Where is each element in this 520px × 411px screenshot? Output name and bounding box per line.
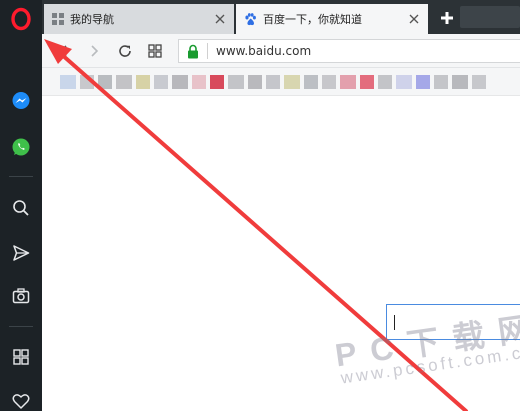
heart-icon xyxy=(12,394,30,409)
send-button[interactable] xyxy=(0,236,42,270)
bookmark-item[interactable] xyxy=(472,75,486,89)
whatsapp-button[interactable] xyxy=(0,130,42,164)
send-icon xyxy=(13,245,30,261)
bookmark-item[interactable] xyxy=(98,75,112,89)
new-tab-button[interactable] xyxy=(436,7,458,29)
tab-strip: 我的导航 百度一下，你就知道 xyxy=(42,0,520,34)
bookmarks-bar xyxy=(42,68,520,96)
address-bar[interactable]: www.baidu.com xyxy=(178,39,520,63)
close-icon[interactable] xyxy=(214,13,226,25)
snapshot-button[interactable] xyxy=(0,279,42,313)
opera-menu-button[interactable] xyxy=(0,2,42,36)
opera-logo-icon xyxy=(11,7,31,31)
tab-my-navigation[interactable]: 我的导航 xyxy=(44,4,234,34)
opera-sidebar xyxy=(0,0,42,411)
grid-icon xyxy=(52,13,64,25)
bookmark-item[interactable] xyxy=(360,75,374,89)
bookmark-item[interactable] xyxy=(434,75,448,89)
forward-button[interactable] xyxy=(82,39,106,63)
tab-label: 百度一下，你就知道 xyxy=(263,13,362,26)
speed-dial-toolbar-button[interactable] xyxy=(143,39,167,63)
back-button[interactable] xyxy=(52,39,76,63)
bookmark-item[interactable] xyxy=(136,75,150,89)
bookmark-item[interactable] xyxy=(284,75,300,89)
lock-icon[interactable] xyxy=(187,44,199,59)
search-icon xyxy=(13,200,29,216)
forward-icon xyxy=(91,45,99,57)
navigation-toolbar: www.baidu.com xyxy=(42,34,520,68)
bookmark-item[interactable] xyxy=(80,75,94,89)
bookmark-item[interactable] xyxy=(60,75,76,89)
tab-label: 我的导航 xyxy=(70,13,114,26)
close-icon[interactable] xyxy=(408,13,420,25)
sidebar-divider xyxy=(9,326,33,327)
bookmark-item[interactable] xyxy=(248,75,262,89)
camera-icon xyxy=(12,288,30,304)
bookmark-item[interactable] xyxy=(416,75,430,89)
bookmark-item[interactable] xyxy=(172,75,188,89)
grid-icon xyxy=(13,349,29,365)
whatsapp-icon xyxy=(12,138,30,156)
bookmark-item[interactable] xyxy=(396,75,412,89)
back-icon xyxy=(59,45,67,57)
tab-placeholder xyxy=(460,6,520,28)
url-text[interactable]: www.baidu.com xyxy=(216,44,311,58)
bookmark-item[interactable] xyxy=(154,75,168,89)
search-button[interactable] xyxy=(0,191,42,225)
tab-baidu[interactable]: 百度一下，你就知道 xyxy=(236,4,428,34)
bookmark-item[interactable] xyxy=(210,75,224,89)
bookmark-item[interactable] xyxy=(266,75,280,89)
speed-dial-button[interactable] xyxy=(0,340,42,374)
bookmark-item[interactable] xyxy=(322,75,336,89)
bookmark-item[interactable] xyxy=(192,75,206,89)
bookmark-item[interactable] xyxy=(452,75,468,89)
baidu-paw-icon xyxy=(245,12,256,25)
bookmark-item[interactable] xyxy=(378,75,392,89)
url-divider xyxy=(207,43,208,59)
messenger-icon xyxy=(12,92,30,109)
reload-button[interactable] xyxy=(113,39,137,63)
bookmark-item[interactable] xyxy=(304,75,318,89)
reload-icon xyxy=(119,45,131,57)
bookmark-item[interactable] xyxy=(116,75,132,89)
bookmark-item[interactable] xyxy=(228,75,244,89)
messenger-button[interactable] xyxy=(0,84,42,118)
plus-icon xyxy=(441,12,453,24)
bookmarks-button[interactable] xyxy=(0,384,42,411)
grid-icon xyxy=(148,44,162,58)
bookmark-item[interactable] xyxy=(340,75,356,89)
sidebar-divider xyxy=(9,176,33,177)
